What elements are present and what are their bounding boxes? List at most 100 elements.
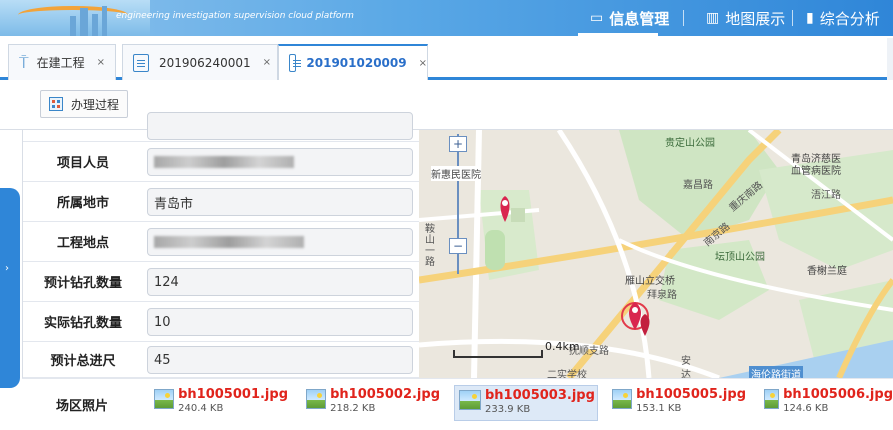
field-value: 124 — [154, 274, 179, 290]
redacted-text — [154, 236, 304, 248]
photo-item[interactable]: bh1005006.jpg 124.6 KB — [760, 385, 893, 421]
nav-label: 信息管理 — [609, 9, 670, 28]
tab-label: 201906240001 — [159, 55, 251, 70]
form-row-planned-holes: 预计钻孔数量 124 — [23, 262, 419, 302]
map-label: 二实学校 — [547, 370, 587, 378]
expand-panel-handle[interactable] — [0, 188, 20, 388]
photo-item[interactable]: bh1005005.jpg 153.1 KB — [608, 385, 746, 421]
image-thumbnail-icon — [764, 389, 780, 409]
zoom-in-button[interactable]: + — [449, 136, 467, 152]
nav-label: 综合分析 — [819, 9, 880, 28]
app-header: engineering investigation supervision cl… — [0, 0, 893, 36]
image-thumbnail-icon — [612, 389, 633, 409]
field-label: 实际钻孔数量 — [43, 316, 122, 331]
photo-item-selected[interactable]: bh1005003.jpg 233.9 KB — [454, 385, 598, 421]
tab-label: 在建工程 — [36, 56, 85, 70]
map-label: 雁山立交桥 — [625, 276, 675, 287]
form-row-city: 所属地市 青岛市 — [23, 182, 419, 222]
form-row-actual-holes: 实际钻孔数量 10 — [23, 302, 419, 342]
photo-size: 124.6 KB — [783, 403, 829, 414]
map-label: 浯江路 — [811, 190, 841, 201]
photo-size: 240.4 KB — [178, 403, 224, 414]
zoom-slider[interactable]: + − — [449, 134, 467, 274]
chart-analysis-icon: ▮ — [806, 10, 814, 26]
photo-name[interactable]: bh1005006.jpg — [783, 387, 893, 403]
edit-document-icon — [289, 54, 302, 72]
field-label: 预计总进尺 — [50, 354, 116, 369]
nav-label: 地图展示 — [725, 9, 786, 28]
field-value: 青岛市 — [154, 196, 194, 212]
partial-field — [147, 112, 413, 140]
field-label: 工程地点 — [56, 236, 109, 251]
photo-item[interactable]: bh1005002.jpg 218.2 KB — [302, 385, 440, 421]
map-label: 新惠民医院 — [431, 166, 481, 181]
tab-201906240001[interactable]: 201906240001 × — [122, 44, 278, 80]
form-row-personnel: 项目人员 — [23, 142, 419, 182]
map-label: 鞍山一路 — [425, 224, 435, 268]
map-label: 香榭兰庭 — [807, 266, 847, 277]
close-icon[interactable]: × — [263, 57, 271, 68]
planned-holes-field[interactable]: 124 — [147, 268, 413, 296]
field-label: 项目人员 — [56, 156, 109, 171]
planned-depth-field[interactable]: 45 — [147, 346, 413, 374]
scale-label: 0.4km — [545, 340, 580, 353]
process-label: 办理过程 — [71, 97, 120, 112]
map-label: 拜泉路 — [647, 290, 677, 301]
map-label: 贵定山公园 — [665, 138, 715, 149]
form-row-planned-depth: 预计总进尺 45 — [23, 342, 419, 378]
city-field[interactable]: 青岛市 — [147, 188, 413, 216]
tab-201901020009[interactable]: 201901020009 × — [278, 44, 428, 80]
tab-scroll-edge — [887, 38, 893, 80]
chevron-right-icon: › — [5, 263, 9, 274]
tab-bar: ⍑ 在建工程 × 201906240001 × 201901020009 × — [0, 38, 893, 80]
location-map[interactable]: + − 贵定山公园 青岛济慈医 血管病医院 新惠民医院 嘉昌路 重庆南路 南京路… — [419, 130, 893, 378]
scale-bar — [453, 350, 543, 358]
map-display-icon: ▥ — [706, 10, 720, 26]
photo-name[interactable]: bh1005001.jpg — [178, 387, 288, 403]
map-label: 血管病医院 — [791, 166, 841, 177]
process-grid-icon — [49, 97, 63, 111]
edit-document-icon — [133, 53, 149, 72]
nav-chart-analysis[interactable]: ▮ 综合分析 — [806, 0, 880, 36]
personnel-field[interactable] — [147, 148, 413, 176]
info-manage-icon: ▭ — [590, 10, 604, 26]
close-icon[interactable]: × — [97, 57, 105, 68]
map-label: 达 — [681, 370, 691, 378]
nav-map-display[interactable]: ▥ 地图展示 — [706, 0, 785, 36]
nav-info-manage[interactable]: ▭ 信息管理 — [590, 0, 669, 36]
nav-divider — [683, 10, 684, 26]
site-photos-row: 场区照片 bh1005001.jpg 240.4 KB bh1005002.jp… — [22, 378, 893, 429]
image-thumbnail-icon — [154, 389, 175, 409]
field-value: 45 — [154, 352, 171, 368]
field-value: 10 — [154, 314, 171, 330]
photo-size: 218.2 KB — [330, 403, 376, 414]
map-label: 安 — [681, 356, 691, 367]
image-thumbnail-icon — [459, 390, 481, 410]
close-icon[interactable]: × — [419, 58, 427, 69]
field-label: 所属地市 — [56, 196, 109, 211]
actual-holes-field[interactable]: 10 — [147, 308, 413, 336]
photo-name[interactable]: bh1005003.jpg — [485, 388, 595, 404]
process-history-button[interactable]: 办理过程 — [40, 90, 129, 118]
field-label: 预计钻孔数量 — [43, 276, 122, 291]
tab-construction[interactable]: ⍑ 在建工程 × — [8, 44, 116, 80]
toolbar: 办理过程 — [0, 80, 893, 130]
form-row-partial — [23, 112, 419, 142]
field-label: 场区照片 — [55, 399, 108, 414]
photo-size: 153.1 KB — [636, 403, 682, 414]
construction-crane-icon: ⍑ — [19, 52, 29, 72]
zoom-out-button[interactable]: − — [449, 238, 467, 254]
map-label: 嘉昌路 — [683, 180, 713, 191]
photo-item[interactable]: bh1005001.jpg 240.4 KB — [150, 385, 288, 421]
tab-label: 201901020009 — [306, 56, 407, 70]
nav-divider — [792, 10, 793, 26]
redacted-text — [154, 156, 294, 168]
photo-size: 233.9 KB — [485, 404, 531, 415]
nav-active-indicator — [578, 33, 658, 36]
photo-name[interactable]: bh1005005.jpg — [636, 387, 746, 403]
map-label: 海伦路街道 — [749, 366, 803, 378]
photo-name[interactable]: bh1005002.jpg — [330, 387, 440, 403]
side-panel-strip: › — [0, 130, 22, 429]
location-field[interactable] — [147, 228, 413, 256]
form-row-location: 工程地点 — [23, 222, 419, 262]
